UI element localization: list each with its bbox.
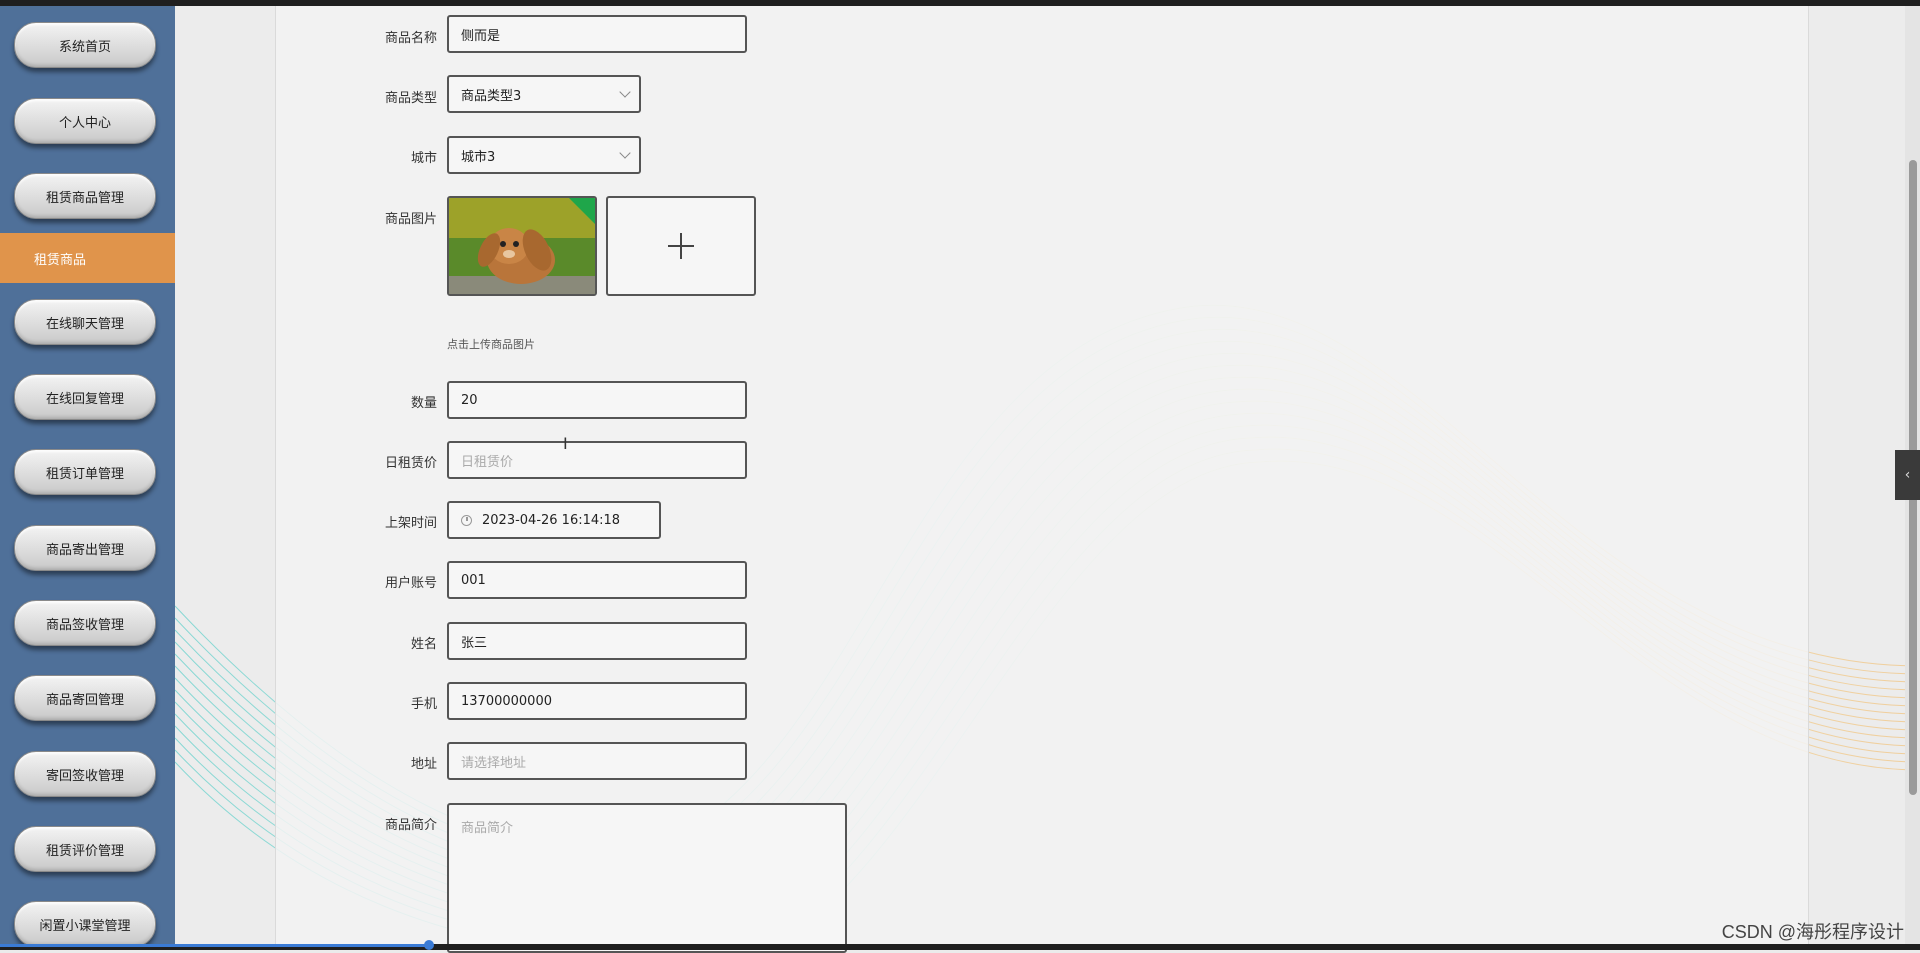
intro-placeholder: 商品简介 [461, 821, 514, 836]
label-phone: 手机 [410, 697, 437, 712]
sidebar: 系统首页 个人中心 租赁商品管理 租赁商品 在线聊天管理 在线回复管理 租赁订单… [0, 6, 175, 944]
sidebar-item-chat-manage[interactable]: 在线聊天管理 [14, 299, 156, 345]
sidebar-item-label: 租赁商品 [34, 252, 87, 268]
sidebar-item-receipt-manage[interactable]: 商品签收管理 [14, 600, 156, 646]
listed-time-picker[interactable]: 2023-04-26 16:14:18 [447, 501, 661, 539]
label-listed-time: 上架时间 [384, 516, 437, 531]
sidebar-item-label: 租赁商品管理 [45, 190, 124, 206]
label-image: 商品图片 [384, 212, 437, 227]
phone-value: 13700000000 [461, 693, 552, 709]
clock-icon [461, 514, 472, 526]
sidebar-item-label: 寄回签收管理 [45, 768, 124, 784]
label-quantity: 数量 [410, 396, 437, 411]
label-address: 地址 [410, 757, 437, 772]
sidebar-item-label: 商品寄回管理 [45, 692, 124, 708]
sidebar-item-return-manage[interactable]: 商品寄回管理 [14, 675, 156, 721]
name-input[interactable]: 侧而是 [447, 15, 747, 53]
sidebar-item-reply-manage[interactable]: 在线回复管理 [14, 374, 156, 420]
sidebar-item-order-manage[interactable]: 租赁订单管理 [14, 449, 156, 495]
sidebar-item-return-receipt-manage[interactable]: 寄回签收管理 [14, 751, 156, 797]
watermark: CSDN @海彤程序设计 [1721, 922, 1904, 942]
upload-hint: 点击上传商品图片 [447, 338, 535, 351]
account-input[interactable]: 001 [447, 561, 747, 599]
collapse-panel-button[interactable]: ‹ [1895, 450, 1920, 500]
city-value: 城市3 [461, 149, 496, 165]
label-city: 城市 [410, 151, 437, 166]
sidebar-item-classroom-manage[interactable]: 闲置小课堂管理 [14, 901, 156, 944]
name-value: 侧而是 [461, 28, 501, 44]
real-name-value: 张三 [461, 635, 488, 651]
rabbit-photo-icon [449, 198, 595, 294]
sidebar-item-home[interactable]: 系统首页 [14, 22, 156, 68]
daily-price-input[interactable]: 日租赁价 [447, 441, 747, 479]
plus-icon-vertical [680, 233, 682, 259]
address-input[interactable]: 请选择地址 [447, 742, 747, 780]
real-name-input[interactable]: 张三 [447, 622, 747, 660]
sidebar-item-label: 在线回复管理 [45, 391, 124, 407]
sidebar-item-review-manage[interactable]: 租赁评价管理 [14, 826, 156, 872]
sidebar-item-ship-manage[interactable]: 商品寄出管理 [14, 525, 156, 571]
quantity-input[interactable]: 20 [447, 381, 747, 419]
label-real-name: 姓名 [410, 637, 437, 652]
sidebar-item-label: 闲置小课堂管理 [39, 918, 131, 934]
sidebar-item-label: 个人中心 [58, 115, 111, 131]
sidebar-item-label: 租赁订单管理 [45, 466, 124, 482]
intro-textarea[interactable]: 商品简介 [447, 803, 847, 953]
sidebar-item-label: 在线聊天管理 [45, 316, 124, 332]
chevron-down-icon [619, 86, 631, 98]
sidebar-item-rental-goods-manage[interactable]: 租赁商品管理 [14, 173, 156, 219]
sidebar-item-profile[interactable]: 个人中心 [14, 98, 156, 144]
chevron-down-icon [619, 147, 631, 159]
sidebar-item-rental-goods[interactable]: 租赁商品 [0, 233, 175, 283]
daily-price-placeholder: 日租赁价 [461, 454, 514, 470]
sidebar-item-label: 租赁评价管理 [45, 843, 124, 859]
image-upload-button[interactable] [606, 196, 756, 296]
sidebar-item-label: 商品寄出管理 [45, 542, 124, 558]
label-type: 商品类型 [384, 91, 437, 106]
account-value: 001 [461, 572, 486, 588]
city-select[interactable]: 城市3 [447, 136, 641, 174]
chevron-left-icon: ‹ [1904, 467, 1911, 483]
text-cursor-icon: I [563, 434, 568, 453]
label-daily-price: 日租赁价 [384, 456, 437, 471]
label-name: 商品名称 [384, 31, 437, 46]
phone-input[interactable]: 13700000000 [447, 682, 747, 720]
sidebar-item-label: 商品签收管理 [45, 617, 124, 633]
type-select[interactable]: 商品类型3 [447, 75, 641, 113]
quantity-value: 20 [461, 392, 478, 408]
label-intro: 商品简介 [384, 818, 437, 833]
address-placeholder: 请选择地址 [461, 755, 527, 771]
playback-progress[interactable] [0, 944, 430, 947]
listed-time-value: 2023-04-26 16:14:18 [482, 512, 621, 528]
sidebar-item-label: 系统首页 [58, 39, 111, 55]
label-account: 用户账号 [384, 576, 437, 591]
product-image-thumbnail[interactable] [447, 196, 597, 296]
playback-progress-handle[interactable] [424, 940, 434, 950]
type-value: 商品类型3 [461, 88, 522, 104]
